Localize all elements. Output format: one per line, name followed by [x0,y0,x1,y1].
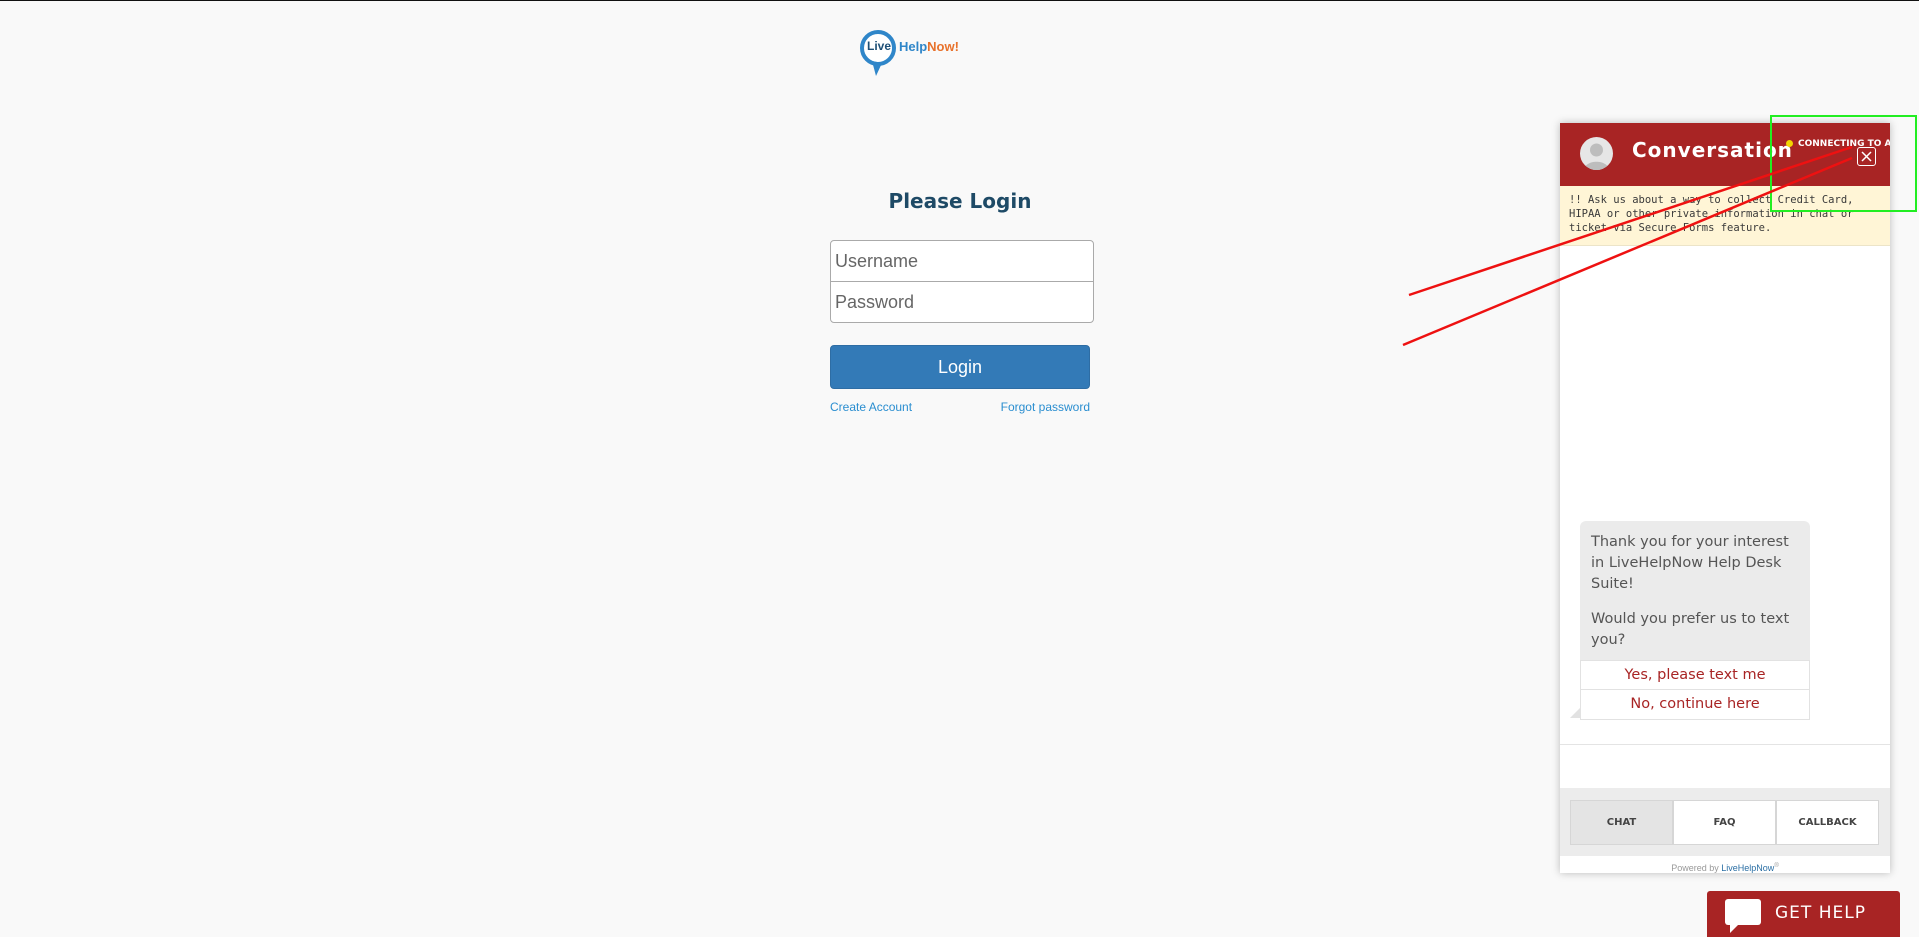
status-dot-icon [1786,140,1793,147]
chat-widget: Conversation CONNECTING TO AN !! Ask us … [1560,123,1890,873]
close-chat-button[interactable] [1857,147,1876,166]
logo-wordmark: HelpNow! [899,39,959,54]
avatar-silhouette [1584,143,1609,170]
logo-bubble-icon [860,30,896,76]
chat-bubble-icon [1725,899,1761,933]
chat-message-input[interactable] [1570,747,1884,789]
agent-message: Thank you for your interest in LiveHelpN… [1580,521,1810,661]
create-account-link[interactable]: Create Account [830,400,912,414]
option-yes-text-me[interactable]: Yes, please text me [1580,660,1810,690]
chat-header: Conversation CONNECTING TO AN [1560,123,1890,186]
logo-help-text: Help [899,39,928,54]
chat-input-area [1560,744,1890,789]
page-title: Please Login [888,189,1032,213]
livehelpnow-link[interactable]: LiveHelpNow [1721,863,1774,873]
username-input[interactable] [830,240,1094,282]
tab-callback[interactable]: CALLBACK [1776,800,1879,845]
option-continue-here[interactable]: No, continue here [1580,690,1810,720]
tab-faq[interactable]: FAQ [1673,800,1776,845]
top-border [0,0,1919,1]
message-tail [1570,708,1580,718]
registered-mark: ® [1774,863,1779,869]
agent-message-question: Would you prefer us to text you? [1591,611,1790,648]
logo-live-text: Live [866,39,891,53]
get-help-button[interactable]: GET HELP [1707,891,1900,937]
chat-tab-bar: CHAT FAQ CALLBACK [1560,788,1890,856]
avatar-icon [1580,137,1613,170]
connection-status-text: CONNECTING TO AN [1798,139,1890,149]
tab-chat[interactable]: CHAT [1570,800,1673,845]
close-icon [1861,151,1872,162]
powered-by-prefix: Powered by [1671,863,1722,873]
chat-notice-banner: !! Ask us about a way to collect Credit … [1560,186,1890,246]
chat-title: Conversation [1632,138,1793,162]
forgot-password-link[interactable]: Forgot password [1001,400,1090,414]
get-help-label: GET HELP [1775,903,1866,923]
logo-now-text: Now! [927,39,959,54]
agent-message-line: Thank you for your interest in LiveHelpN… [1591,534,1789,592]
powered-by: Powered by LiveHelpNow® [1560,863,1890,873]
login-button[interactable]: Login [830,345,1090,389]
password-input[interactable] [830,281,1094,323]
livehelpnow-logo: Live HelpNow! [858,30,968,80]
